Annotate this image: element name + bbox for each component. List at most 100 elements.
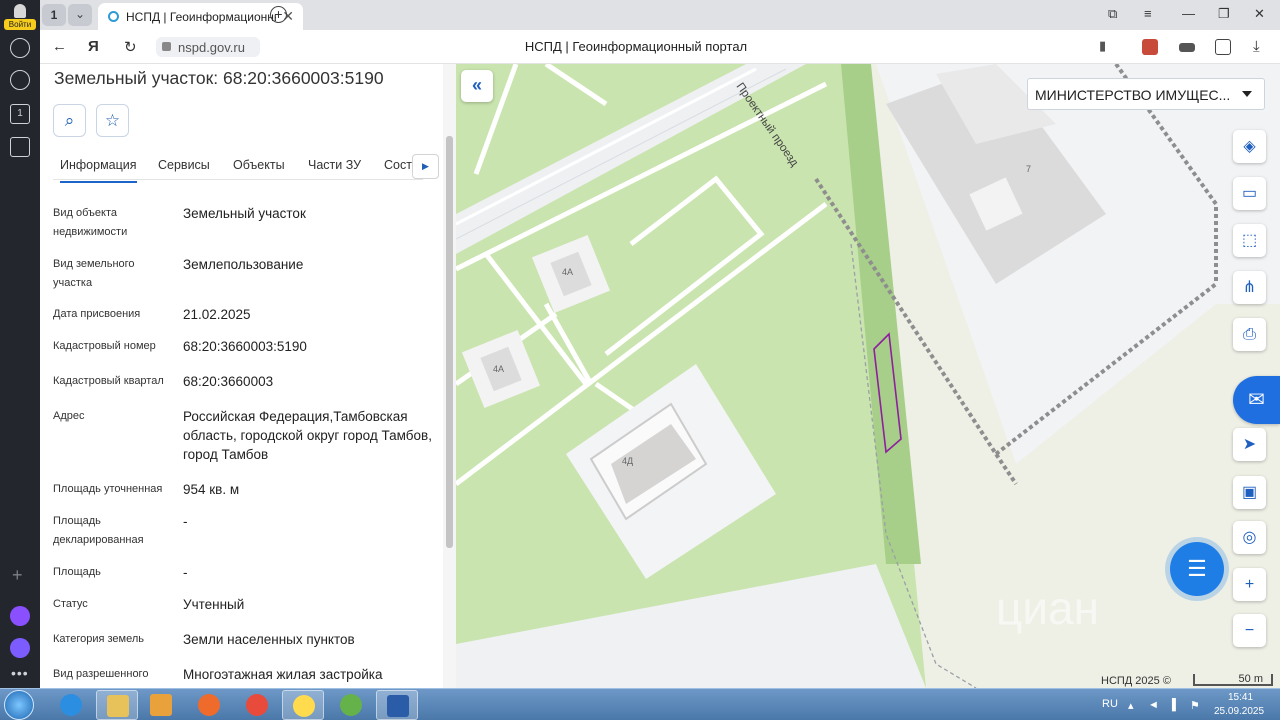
row-key: Адрес: [53, 410, 85, 422]
login-button[interactable]: Войти: [4, 4, 36, 30]
navigation-icon[interactable]: ➤: [1233, 428, 1266, 461]
row-key: Вид разрешенного: [53, 668, 149, 680]
language-indicator[interactable]: RU: [1102, 698, 1118, 710]
ie-taskbar-icon[interactable]: [50, 690, 92, 720]
map-drawing: Проектный проезд 4А 4А 4Д 7 циан: [456, 64, 1280, 688]
row-key: Вид объекта недвижимости: [53, 207, 128, 238]
building-label: 4А: [493, 364, 504, 374]
site-favicon-icon: [108, 11, 119, 22]
extension-hat-icon[interactable]: [1179, 43, 1195, 52]
history-icon[interactable]: [10, 38, 30, 58]
row-value: Учтенный: [183, 597, 245, 612]
print-icon[interactable]: ⎙: [1233, 318, 1266, 351]
menu-icon[interactable]: ≡: [1144, 6, 1152, 21]
building-label: 4А: [562, 267, 573, 277]
row-key: Дата присвоения: [53, 308, 141, 320]
tray-arrow-icon[interactable]: ▴: [1128, 699, 1134, 712]
restore-icon[interactable]: ❐: [1218, 6, 1230, 22]
row-key: Площадь декларированная: [53, 515, 144, 546]
panel-tabs: Информация Сервисы Объекты Части ЗУ Сост…: [53, 148, 423, 183]
share-icon[interactable]: ⋔: [1233, 271, 1266, 304]
tab-strip: 1 ⌄ НСПД | Геоинформационный портал ✕ + …: [40, 0, 1280, 30]
tab-parts[interactable]: Части ЗУ: [308, 158, 361, 172]
chrome-taskbar-icon[interactable]: [236, 690, 278, 720]
tab-services[interactable]: Сервисы: [158, 158, 210, 172]
collections-icon[interactable]: [1215, 39, 1231, 55]
flag-icon[interactable]: ⚑: [1190, 699, 1200, 712]
row-value: 954 кв. м: [183, 482, 240, 497]
address-bar: ← Я ↻ nspd.gov.ru НСПД | Геоинформационн…: [40, 30, 1280, 64]
explorer-taskbar-icon[interactable]: [96, 690, 138, 720]
clock-time[interactable]: 15:41: [1228, 692, 1253, 703]
zoom-to-object-button[interactable]: ⌕: [53, 104, 86, 137]
row-value: Земли населенных пунктов: [183, 632, 355, 647]
tab-info[interactable]: Информация: [60, 158, 137, 183]
row-key: Кадастровый номер: [53, 340, 156, 352]
row-key: Кадастровый квартал: [53, 375, 164, 387]
bookmark-icon[interactable]: ▮: [1099, 38, 1106, 54]
ruler-icon[interactable]: ▭: [1233, 177, 1266, 210]
firefox-taskbar-icon[interactable]: [188, 690, 230, 720]
add-panel-icon[interactable]: +: [12, 565, 23, 586]
volume-icon[interactable]: ◄: [1148, 699, 1159, 711]
user-avatar-icon: [14, 4, 26, 18]
zoom-out-icon[interactable]: −: [1233, 614, 1266, 647]
row-value: Земельный участок: [183, 206, 306, 221]
extension-icon[interactable]: [1142, 39, 1158, 55]
tab-objects[interactable]: Объекты: [233, 158, 285, 172]
tab-count-button[interactable]: 1: [42, 4, 66, 26]
browser-sidebar: Войти 1 + •••: [0, 0, 40, 688]
media-taskbar-icon[interactable]: [140, 690, 182, 720]
panel-scrollbar-thumb[interactable]: [446, 136, 453, 548]
tab-counter-icon[interactable]: 1: [10, 104, 30, 124]
tab-list-chevron-icon[interactable]: ⌄: [68, 4, 92, 26]
word-taskbar-icon[interactable]: [376, 690, 418, 720]
new-tab-icon[interactable]: +: [270, 6, 287, 23]
close-window-icon[interactable]: ✕: [1254, 6, 1265, 22]
utorrent-taskbar-icon[interactable]: [330, 690, 372, 720]
row-value: Российская Федерация,Тамбовская область,…: [183, 409, 432, 462]
download-icon[interactable]: ⤓: [1253, 38, 1260, 55]
favorite-star-button[interactable]: ☆: [96, 104, 129, 137]
clock-date[interactable]: 25.09.2025: [1214, 706, 1264, 717]
row-value: -: [183, 565, 188, 580]
feedback-icon[interactable]: ✉: [1233, 376, 1280, 424]
alice-assistant-icon[interactable]: [10, 606, 30, 626]
tabs-next-arrow-icon[interactable]: ▶: [412, 154, 439, 179]
row-value: Многоэтажная жилая застройка: [183, 667, 383, 682]
more-icon[interactable]: •••: [11, 665, 29, 681]
row-key: Статус: [53, 598, 88, 610]
taskbar: RU ▴ ◄ ▐ ⚑ 15:41 25.09.2025: [0, 688, 1280, 720]
info-panel: Земельный участок: 68:20:3660003:5190 ⌕ …: [40, 64, 456, 688]
collapse-panel-button[interactable]: «: [461, 70, 493, 102]
bookmarks-panel-icon[interactable]: ⧉: [1108, 6, 1117, 22]
play-icon[interactable]: [10, 70, 30, 90]
login-label: Войти: [4, 19, 36, 30]
row-value: 68:20:3660003:5190: [183, 339, 307, 354]
row-value: 68:20:3660003: [183, 374, 274, 389]
messenger-icon[interactable]: [10, 638, 30, 658]
building-label: 4Д: [622, 456, 633, 466]
tab-title: НСПД | Геоинформационный портал: [126, 10, 276, 24]
minimap-icon[interactable]: ▣: [1233, 476, 1266, 509]
yandex-taskbar-icon[interactable]: [282, 690, 324, 720]
layer-select-value: МИНИСТЕРСТВО ИМУЩЕС...: [1035, 87, 1231, 103]
locate-icon[interactable]: ◎: [1233, 521, 1266, 554]
network-icon[interactable]: ▐: [1168, 699, 1176, 711]
layer-select[interactable]: МИНИСТЕРСТВО ИМУЩЕС...: [1027, 78, 1265, 110]
row-key: Площадь уточненная: [53, 483, 163, 495]
chat-bubble-icon[interactable]: ☰: [1170, 542, 1224, 596]
minimize-icon[interactable]: —: [1182, 6, 1195, 21]
layers-icon[interactable]: ◈: [1233, 130, 1266, 163]
zoom-in-icon[interactable]: +: [1233, 568, 1266, 601]
start-button[interactable]: [4, 690, 34, 720]
row-key: Площадь: [53, 566, 101, 578]
map-copyright: НСПД 2025 ©: [1101, 675, 1171, 687]
row-value: 21.02.2025: [183, 307, 251, 322]
panel-title: Земельный участок: 68:20:3660003:5190: [54, 68, 384, 88]
screenshot-icon[interactable]: [10, 137, 30, 157]
map-canvas[interactable]: Проектный проезд 4А 4А 4Д 7 циан: [456, 64, 1280, 688]
row-value: Землепользование: [183, 257, 304, 272]
building-label: 7: [1026, 164, 1031, 174]
select-area-icon[interactable]: ⬚: [1233, 224, 1266, 257]
